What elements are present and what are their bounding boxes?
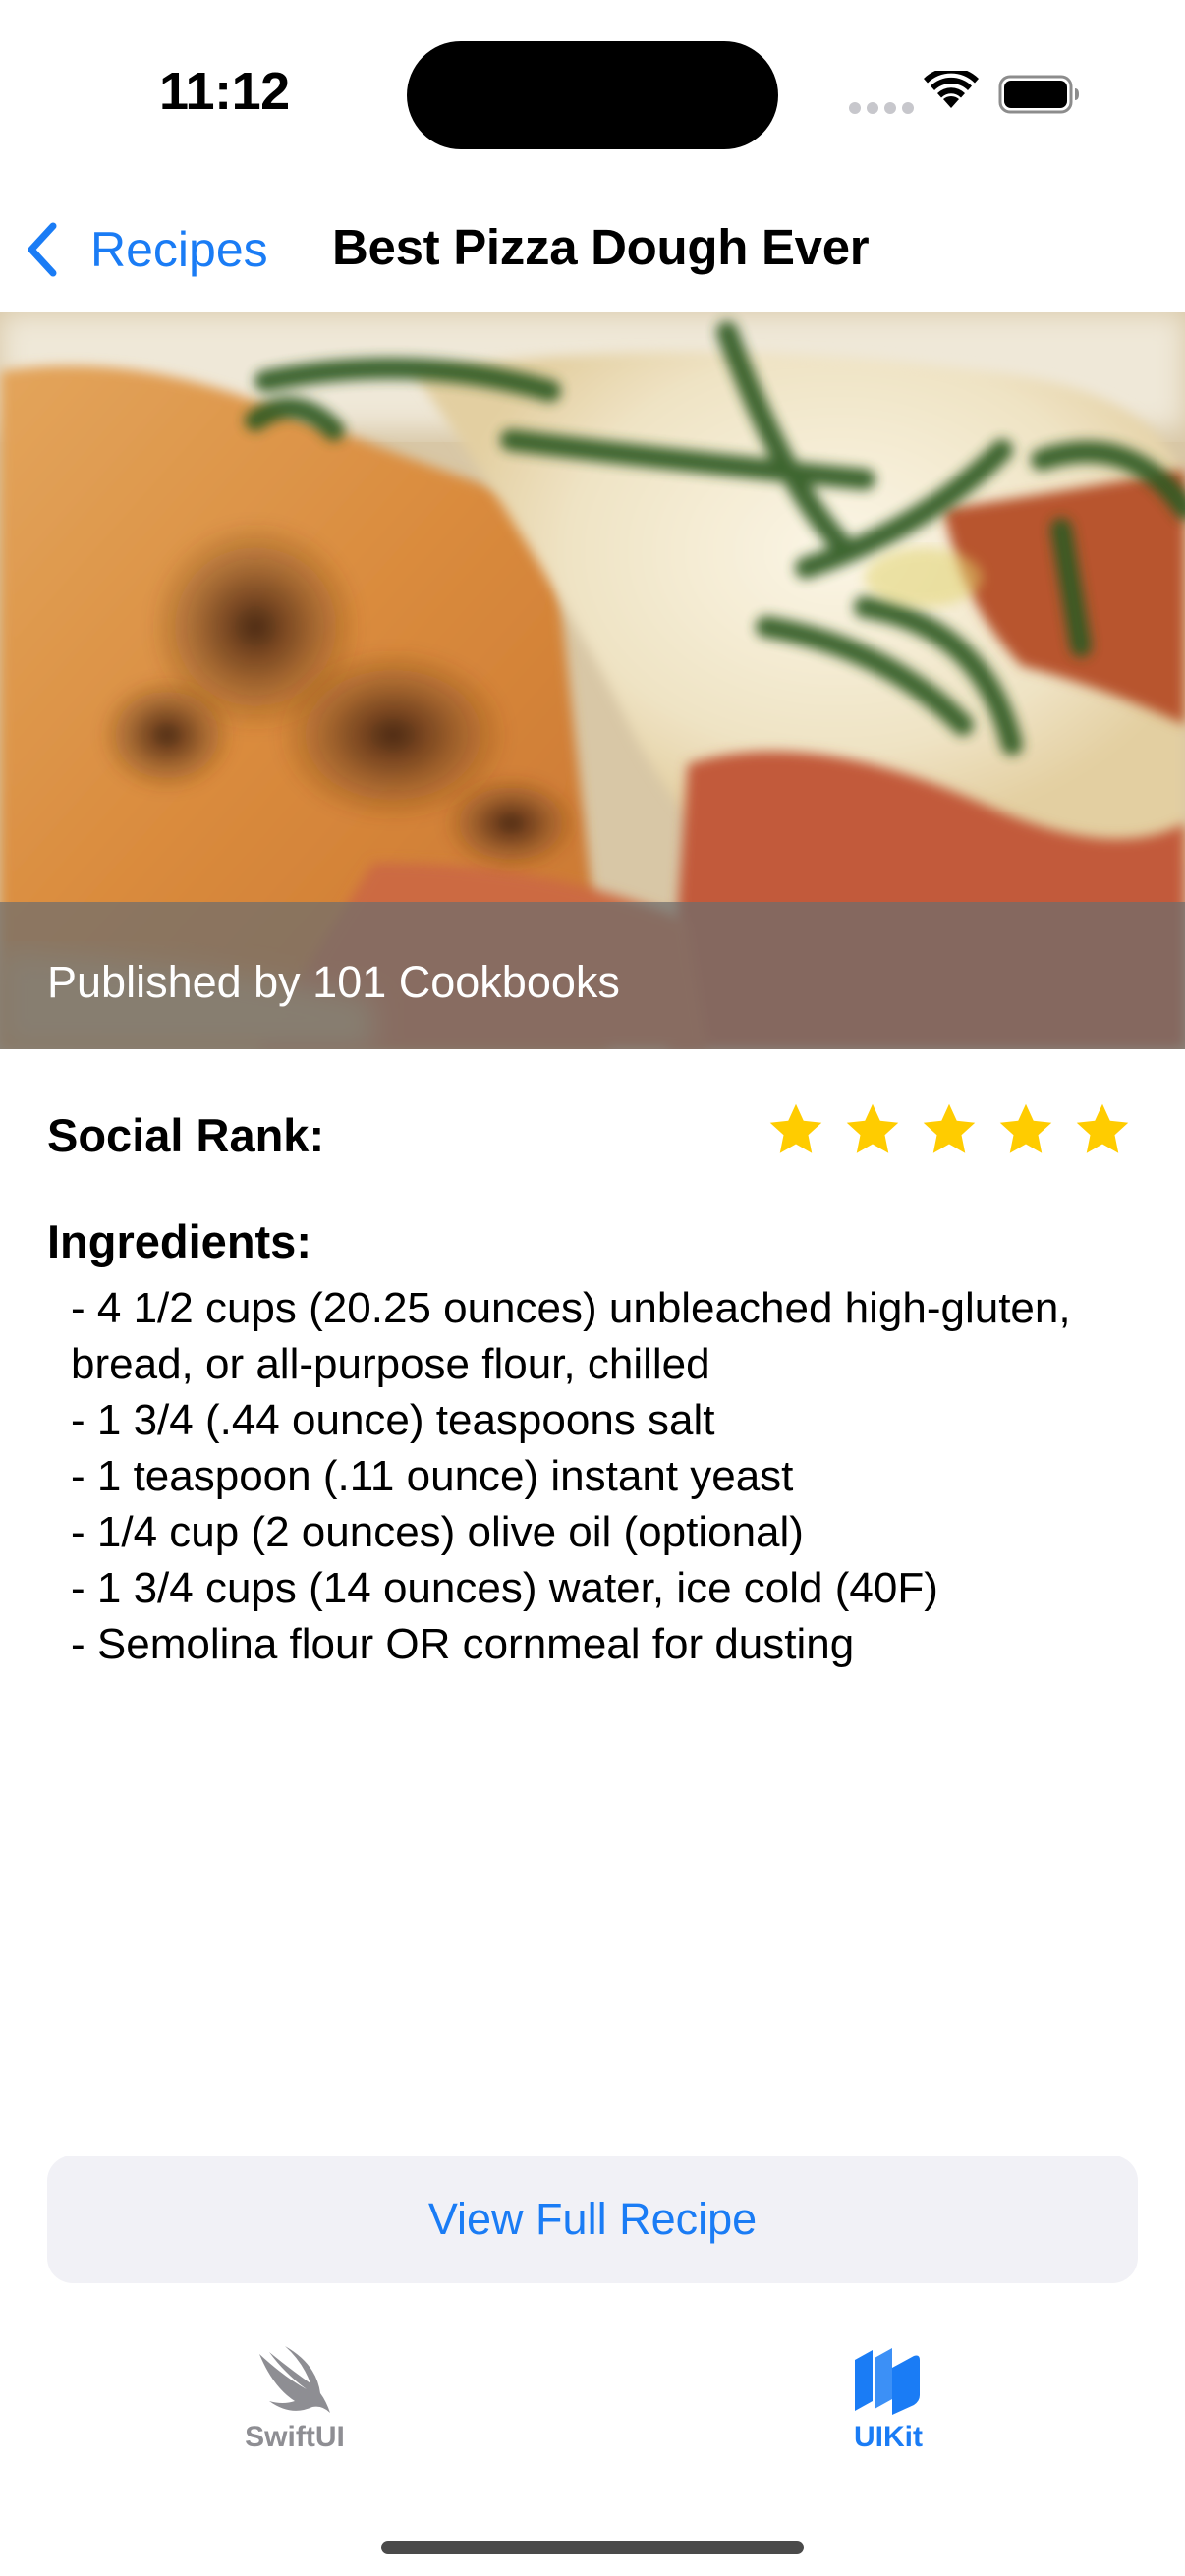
ingredient-item: - 1 3/4 cups (14 ounces) water, ice cold… (71, 1564, 938, 1612)
home-indicator (381, 2541, 804, 2554)
view-full-recipe-button[interactable]: View Full Recipe (47, 2156, 1138, 2283)
wifi-icon (924, 71, 979, 108)
page-title: Best Pizza Dough Ever (332, 219, 870, 275)
recipe-image: Published by 101 Cookbooks (0, 312, 1185, 1049)
tab-uikit[interactable]: UIKit (790, 2344, 987, 2482)
star-icon (769, 1103, 822, 1153)
cellular-signal-icon (849, 102, 914, 114)
swift-icon (259, 2346, 330, 2413)
ingredient-item: - 1 teaspoon (.11 ounce) instant yeast (71, 1452, 794, 1500)
tab-uikit-label: UIKit (854, 2421, 923, 2453)
recipe-detail-screen: 11:12 Recipes Best Pizza Dough Ever Publ… (0, 0, 1185, 2576)
star-rating (766, 1100, 1132, 1159)
publisher-caption: Published by 101 Cookbooks (47, 957, 620, 1007)
battery-icon (998, 75, 1079, 114)
star-icon (1076, 1103, 1129, 1153)
star-icon (923, 1103, 976, 1153)
dynamic-island (407, 41, 778, 149)
ingredient-item: - 1 3/4 (.44 ounce) teaspoons salt (71, 1396, 715, 1444)
ingredient-item: - 1/4 cup (2 ounces) olive oil (optional… (71, 1508, 804, 1556)
ingredient-item: - 4 1/2 cups (20.25 ounces) unbleached h… (71, 1284, 1071, 1388)
back-button[interactable]: Recipes (24, 212, 268, 287)
ingredients-list: - 4 1/2 cups (20.25 ounces) unbleached h… (71, 1280, 1073, 1672)
ingredients-title: Ingredients: (47, 1215, 311, 1267)
image-caption-bar: Published by 101 Cookbooks (0, 902, 1185, 1049)
social-rank-label: Social Rank: (47, 1109, 325, 1161)
status-bar: 11:12 (0, 0, 1185, 187)
uikit-icon (855, 2348, 920, 2415)
star-icon (846, 1103, 899, 1153)
status-time: 11:12 (159, 62, 290, 121)
tab-swiftui-label: SwiftUI (245, 2421, 345, 2453)
ingredient-item: - Semolina flour OR cornmeal for dusting (71, 1620, 855, 1668)
back-button-label: Recipes (90, 222, 268, 277)
star-icon (999, 1103, 1052, 1153)
chevron-left-icon (28, 222, 57, 277)
tab-swiftui[interactable]: SwiftUI (197, 2344, 393, 2482)
